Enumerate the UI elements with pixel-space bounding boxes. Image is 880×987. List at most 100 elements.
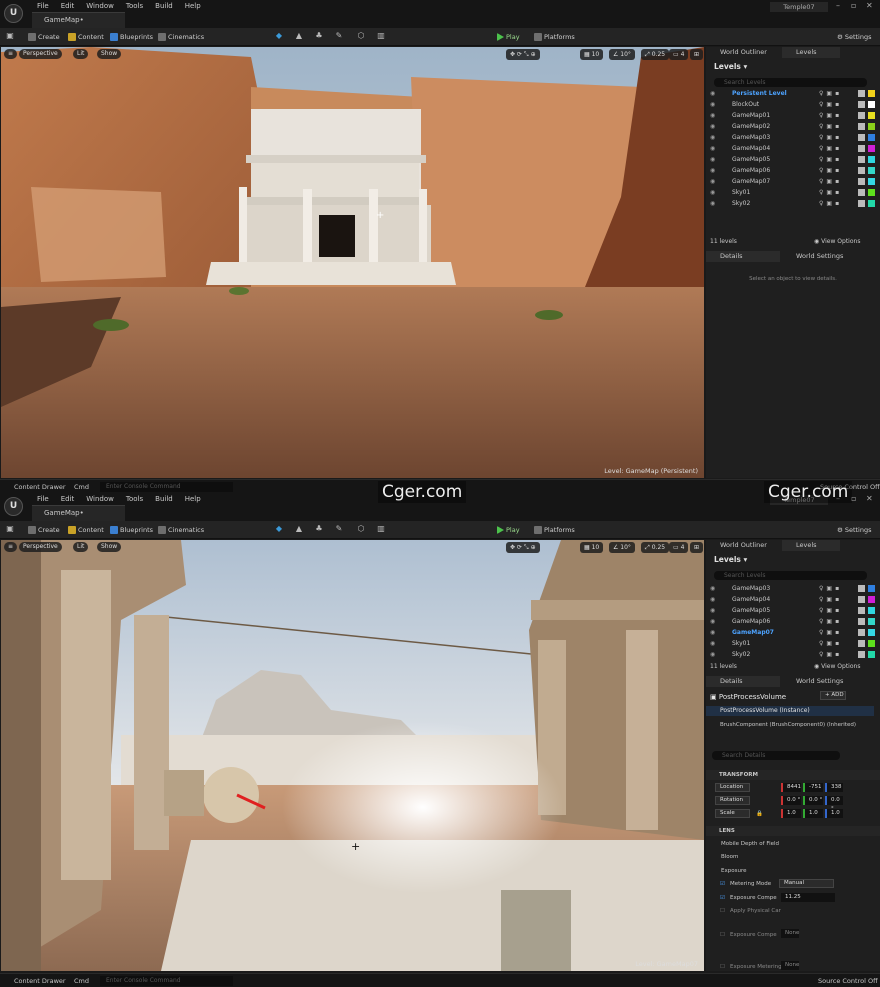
perspective-button[interactable]: Perspective xyxy=(19,542,62,552)
content-button[interactable]: Content xyxy=(68,524,104,536)
tab-details[interactable]: Details xyxy=(706,251,780,262)
grid-snap-button[interactable]: ▦ 10 xyxy=(580,542,604,553)
level-row[interactable]: ◉ GameMap06 ♀▣▪ xyxy=(706,616,880,627)
visibility-eye-icon[interactable]: ◉ xyxy=(710,121,715,132)
save-level-icon[interactable] xyxy=(858,145,865,152)
location-y-field[interactable]: -751 xyxy=(803,783,823,792)
perspective-button[interactable]: Perspective xyxy=(19,49,62,59)
viewport-menu-button[interactable]: ≡ xyxy=(4,49,18,59)
level-color-swatch[interactable] xyxy=(868,112,875,119)
save-level-icon[interactable] xyxy=(858,167,865,174)
menu-window[interactable]: Window xyxy=(80,1,120,11)
save-level-icon[interactable] xyxy=(858,101,865,108)
show-button[interactable]: Show xyxy=(97,542,122,552)
level-row[interactable]: ◉ BlockOut ♀▣▪ xyxy=(706,99,880,110)
level-color-swatch[interactable] xyxy=(868,596,875,603)
lock-light-icons[interactable]: ♀▣▪ xyxy=(819,176,842,187)
paint-mode-icon[interactable]: ✎ xyxy=(334,524,344,534)
level-row[interactable]: ◉ GameMap03 ♀▣▪ xyxy=(706,132,880,143)
console-input[interactable]: Enter Console Command xyxy=(100,482,233,492)
save-icon[interactable]: ▣ xyxy=(5,31,15,41)
add-component-button[interactable]: + ADD xyxy=(820,691,846,700)
cinematics-button[interactable]: Cinematics xyxy=(158,31,204,43)
menu-build[interactable]: Build xyxy=(149,1,179,11)
level-color-swatch[interactable] xyxy=(868,189,875,196)
fracture-mode-icon[interactable]: ▥ xyxy=(376,31,386,41)
level-row[interactable]: ◉ GameMap06 ♀▣▪ xyxy=(706,165,880,176)
paint-mode-icon[interactable]: ✎ xyxy=(334,31,344,41)
console-input[interactable]: Enter Console Command xyxy=(100,976,233,986)
rotation-snap-button[interactable]: ∠ 10° xyxy=(609,542,635,553)
save-level-icon[interactable] xyxy=(858,134,865,141)
fracture-mode-icon[interactable]: ▥ xyxy=(376,524,386,534)
save-level-icon[interactable] xyxy=(858,123,865,130)
search-levels-input[interactable]: Search Levels xyxy=(714,78,867,87)
level-row[interactable]: ◉ Sky02 ♀▣▪ xyxy=(706,649,880,660)
view-options-button[interactable]: ◉ View Options xyxy=(814,662,860,672)
transform-tools[interactable]: ✥ ⟳ ⤡ ⊕ xyxy=(506,49,540,60)
save-icon[interactable]: ▣ xyxy=(5,524,15,534)
viewport-menu-button[interactable]: ≡ xyxy=(4,542,18,552)
menu-window[interactable]: Window xyxy=(80,494,120,504)
visibility-eye-icon[interactable]: ◉ xyxy=(710,99,715,110)
foliage-mode-icon[interactable]: ♣ xyxy=(314,31,324,41)
menu-edit[interactable]: Edit xyxy=(55,1,81,11)
lock-light-icons[interactable]: ♀▣▪ xyxy=(819,638,842,649)
unreal-logo-icon[interactable]: U xyxy=(4,4,23,23)
tab-levels[interactable]: Levels xyxy=(782,540,840,551)
lens-section[interactable]: LENS xyxy=(706,826,880,836)
save-level-icon[interactable] xyxy=(858,607,865,614)
lock-light-icons[interactable]: ♀▣▪ xyxy=(819,198,842,209)
level-row[interactable]: ◉ Sky02 ♀▣▪ xyxy=(706,198,880,209)
tab-world-settings[interactable]: World Settings xyxy=(782,251,862,262)
level-color-swatch[interactable] xyxy=(868,200,875,207)
visibility-eye-icon[interactable]: ◉ xyxy=(710,187,715,198)
lock-light-icons[interactable]: ♀▣▪ xyxy=(819,627,842,638)
rotation-snap-button[interactable]: ∠ 10° xyxy=(609,49,635,60)
create-button[interactable]: Create xyxy=(28,524,60,536)
lit-button[interactable]: Lit xyxy=(73,542,89,552)
level-row[interactable]: ◉ Persistent Level ♀▣▪ xyxy=(706,88,880,99)
location-label[interactable]: Location xyxy=(715,783,750,792)
menu-build[interactable]: Build xyxy=(149,494,179,504)
tab-details[interactable]: Details xyxy=(706,676,780,687)
level-color-swatch[interactable] xyxy=(868,156,875,163)
level-viewport[interactable]: + ≡ Perspective Lit Show ✥ ⟳ ⤡ ⊕ ▦ 10 ∠ … xyxy=(1,47,704,478)
save-level-icon[interactable] xyxy=(858,640,865,647)
exposure-comp-field[interactable]: 11.25 xyxy=(781,893,835,902)
cmd-button[interactable]: Cmd xyxy=(74,976,89,986)
minimize-icon[interactable]: – xyxy=(836,1,840,10)
create-button[interactable]: Create xyxy=(28,31,60,43)
transform-tools[interactable]: ✥ ⟳ ⤡ ⊕ xyxy=(506,542,540,553)
levels-title[interactable]: Levels ▾ xyxy=(714,62,747,71)
level-row[interactable]: ◉ GameMap01 ♀▣▪ xyxy=(706,110,880,121)
scale-x-field[interactable]: 1.0 xyxy=(781,809,801,818)
play-button[interactable]: Play xyxy=(497,31,520,43)
blueprints-button[interactable]: Blueprints xyxy=(110,31,153,43)
level-color-swatch[interactable] xyxy=(868,167,875,174)
foliage-mode-icon[interactable]: ♣ xyxy=(314,524,324,534)
scale-snap-button[interactable]: ⤢ 0.25 xyxy=(641,49,670,60)
level-row[interactable]: ◉ GameMap03 ♀▣▪ xyxy=(706,583,880,594)
level-color-swatch[interactable] xyxy=(868,123,875,130)
visibility-eye-icon[interactable]: ◉ xyxy=(710,176,715,187)
lock-light-icons[interactable]: ♀▣▪ xyxy=(819,583,842,594)
apply-physical-checkbox[interactable]: ☐ xyxy=(720,906,725,916)
save-level-icon[interactable] xyxy=(858,596,865,603)
mobile-dof-group[interactable]: Mobile Depth of Field xyxy=(721,839,779,849)
level-color-swatch[interactable] xyxy=(868,651,875,658)
visibility-eye-icon[interactable]: ◉ xyxy=(710,638,715,649)
viewport-maximize-icon[interactable]: ⊞ xyxy=(690,49,704,60)
level-color-swatch[interactable] xyxy=(868,90,875,97)
menu-help[interactable]: Help xyxy=(179,1,207,11)
level-color-swatch[interactable] xyxy=(868,607,875,614)
lock-light-icons[interactable]: ♀▣▪ xyxy=(819,99,842,110)
exposure-comp2-checkbox[interactable]: ☐ xyxy=(720,930,725,940)
lock-light-icons[interactable]: ♀▣▪ xyxy=(819,649,842,660)
unreal-logo-icon[interactable]: U xyxy=(4,497,23,516)
modeling-mode-icon[interactable]: ⬡ xyxy=(356,31,366,41)
level-row[interactable]: ◉ GameMap05 ♀▣▪ xyxy=(706,154,880,165)
scale-y-field[interactable]: 1.0 xyxy=(803,809,823,818)
save-level-icon[interactable] xyxy=(858,178,865,185)
platforms-button[interactable]: Platforms xyxy=(534,524,575,536)
